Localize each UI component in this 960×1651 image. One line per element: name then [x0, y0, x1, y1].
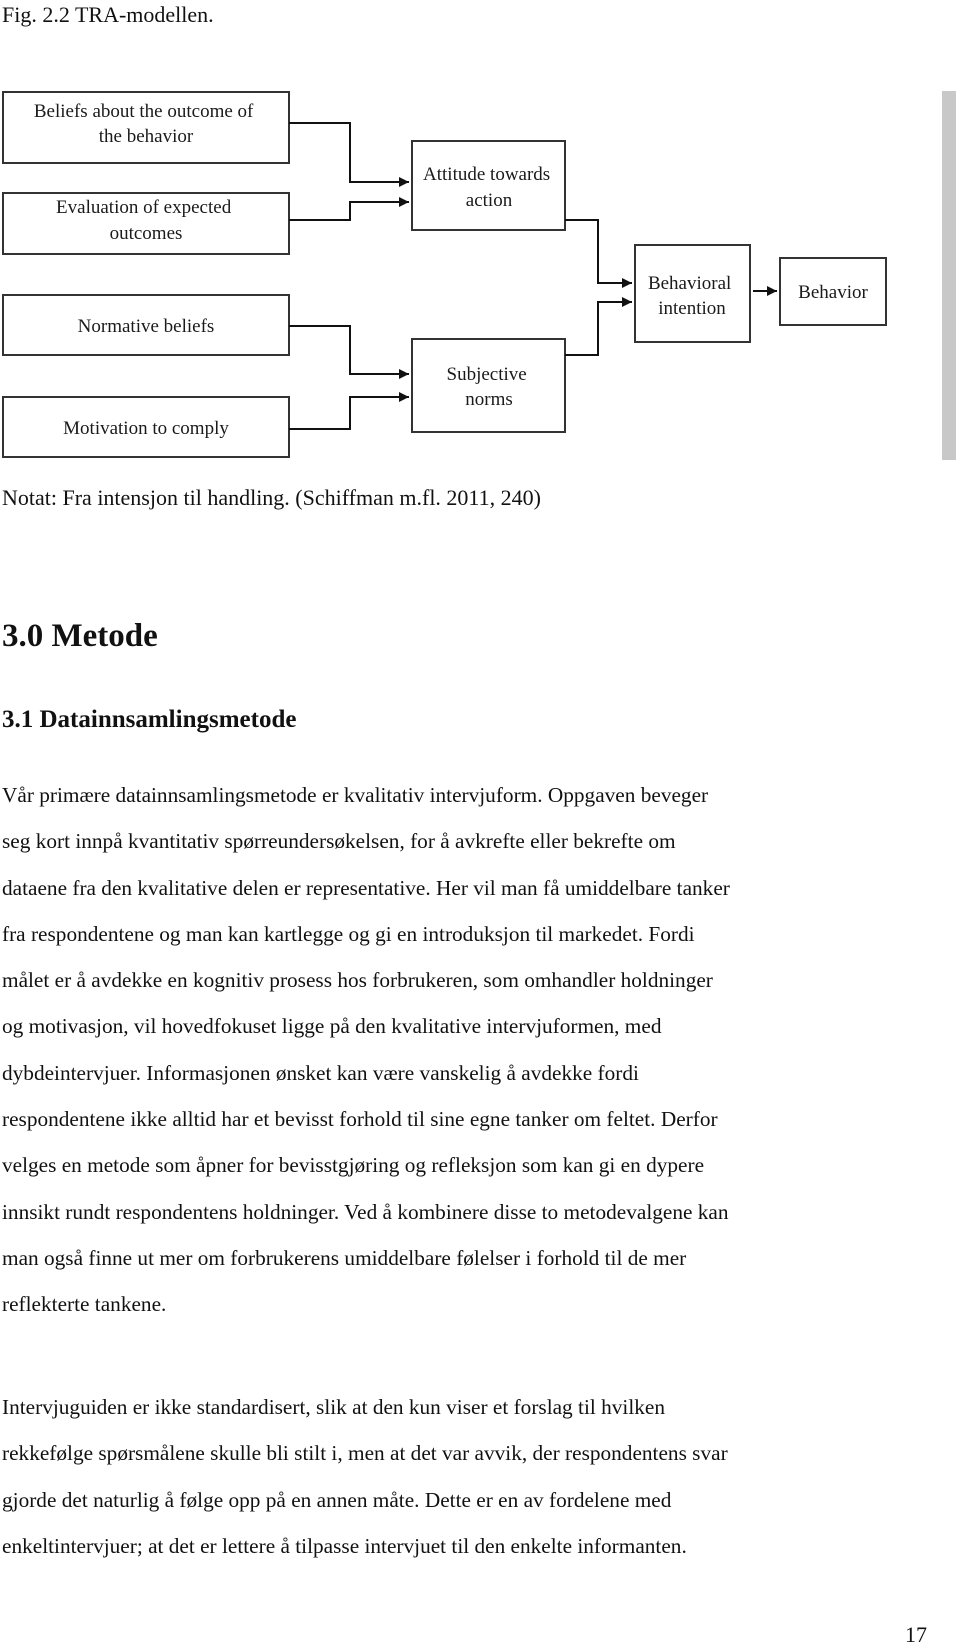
- subsection-heading: 3.1 Datainnsamlingsmetode: [2, 706, 297, 733]
- node-label-attitude: Attitude towards action: [423, 164, 555, 211]
- node-label-subjective: Subjective norms: [447, 364, 532, 410]
- text-line: rekkefølge spørsmålene skulle bli stilt …: [2, 1441, 728, 1466]
- paragraph-method: Vår primære datainnsamlingsmetode er kva…: [2, 772, 730, 1328]
- node-box-attitude: [411, 140, 566, 231]
- text-line: reflekterte tankene.: [2, 1292, 167, 1317]
- node-label-behavior: Behavior: [798, 282, 868, 303]
- edge-normative-subjective: [289, 325, 409, 379]
- edge-attitude-intention: [565, 219, 632, 288]
- edge-beliefs-attitude: [289, 122, 409, 187]
- text-line: fra respondentene og man kan kartlegge o…: [2, 921, 695, 946]
- node-label-motivation: Motivation to comply: [63, 418, 229, 439]
- node-box-subjective: [411, 338, 566, 433]
- text-line: og motivasjon, vil hovedfokuset ligge på…: [2, 1014, 662, 1039]
- node-label-beliefs: Beliefs about the outcome of the behavio…: [34, 101, 258, 147]
- node-label-normative: Normative beliefs: [78, 316, 215, 337]
- text-line: enkeltintervjuer; at det er lettere å ti…: [2, 1533, 687, 1558]
- text-line: Vår primære datainnsamlingsmetode er kva…: [2, 783, 709, 807]
- node-label-intention: Behavioral intention: [648, 273, 736, 319]
- node-label-evaluation: Evaluation of expected outcomes: [56, 197, 236, 244]
- edge-subjective-intention: [565, 297, 632, 356]
- text-line: seg kort innpå kvantitativ spørreundersø…: [2, 829, 676, 854]
- figure-caption: Notat: Fra intensjon til handling. (Schi…: [2, 485, 541, 510]
- text-line: respondentene ikke alltid har et bevisst…: [2, 1107, 718, 1132]
- text-line: dybdeintervjuer. Informasjonen ønsket ka…: [2, 1060, 639, 1085]
- text-line: man også finne ut mer om forbrukerens um…: [2, 1245, 687, 1270]
- edge-motivation-subjective: [289, 392, 409, 430]
- text-line: dataene fra den kvalitative delen er rep…: [2, 875, 730, 900]
- text-line: Intervjuguiden er ikke standardisert, sl…: [2, 1395, 665, 1419]
- text-line: gjorde det naturlig å følge opp på en an…: [2, 1487, 672, 1512]
- scan-margin-bar: [942, 91, 956, 460]
- text-line: velges en metode som åpner for bevisstgj…: [2, 1153, 705, 1178]
- text-line: innsikt rundt respondentens holdninger. …: [2, 1199, 729, 1224]
- text-line: målet er å avdekke en kognitiv prosess h…: [2, 968, 713, 993]
- section-heading: 3.0 Metode: [2, 618, 158, 654]
- tra-model-diagram: Beliefs about the outcome of the behavio…: [2, 91, 887, 458]
- figure-title: Fig. 2.2 TRA-modellen.: [2, 2, 214, 27]
- paragraph-interview-guide: Intervjuguiden er ikke standardisert, sl…: [2, 1384, 728, 1569]
- page-number: 17: [905, 1622, 927, 1647]
- edge-evaluation-attitude: [289, 197, 409, 221]
